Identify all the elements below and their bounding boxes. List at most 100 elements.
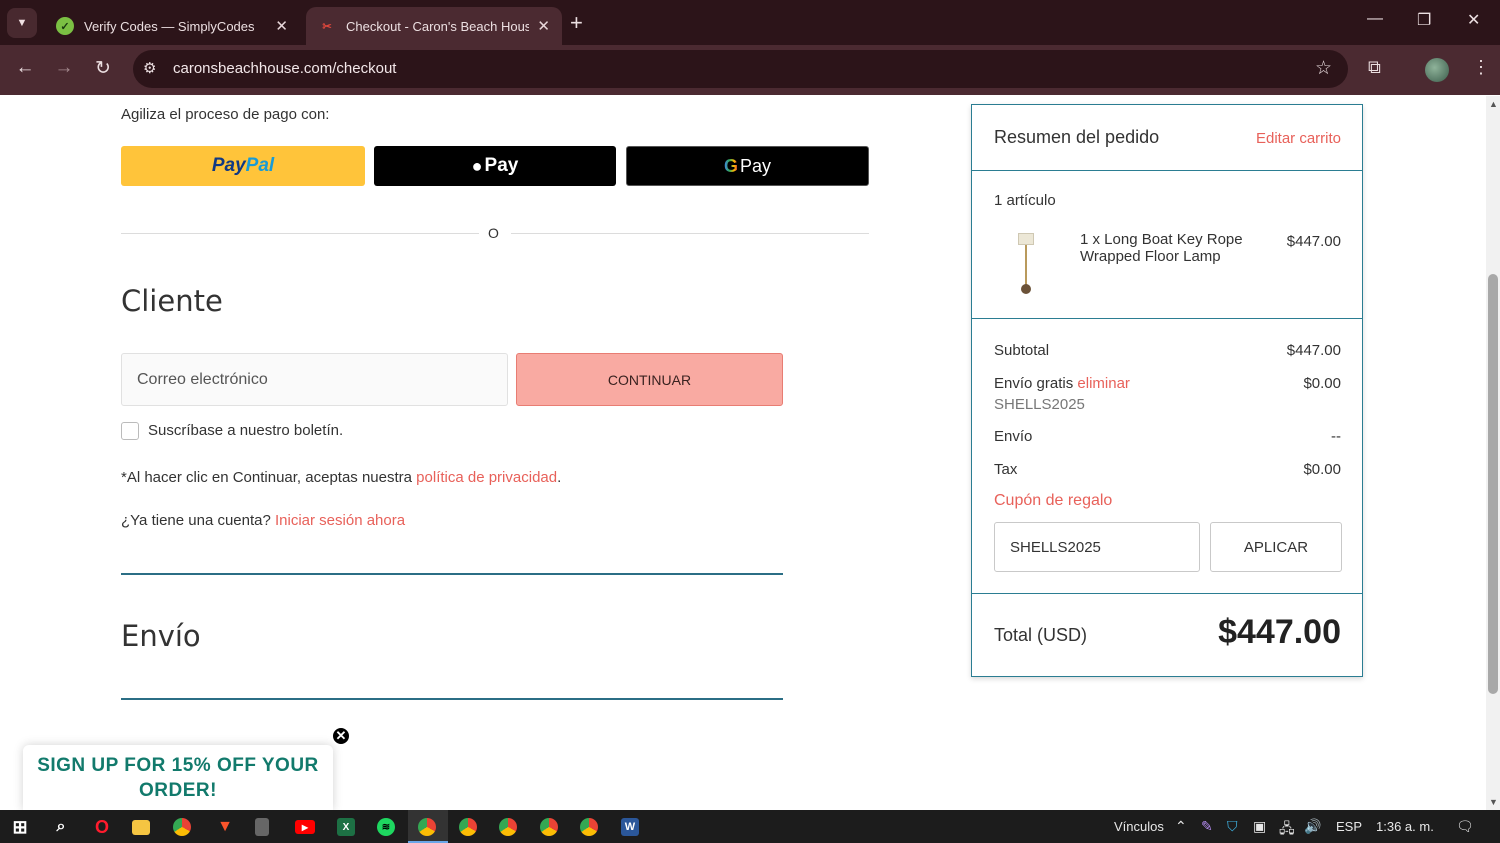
lamp-shade — [1018, 233, 1034, 245]
address-bar[interactable]: ⚙ caronsbeachhouse.com/checkout ☆ — [133, 50, 1348, 88]
calculator-icon[interactable] — [255, 818, 269, 836]
paypal-logo-part2: Pal — [245, 155, 275, 176]
word-icon[interactable]: W — [621, 818, 639, 836]
simplycodes-favicon-icon: ✓ — [56, 17, 74, 35]
scroll-down-icon[interactable]: ▼ — [1489, 797, 1498, 807]
links-toolbar-label[interactable]: Vínculos — [1114, 819, 1164, 834]
promo-text[interactable]: SIGN UP FOR 15% OFF YOUR ORDER! — [33, 753, 323, 803]
apple-pay-button[interactable]: ● Pay — [374, 146, 616, 186]
close-tab-icon[interactable]: ✕ — [537, 17, 550, 35]
site-settings-icon[interactable]: ⚙ — [143, 59, 156, 77]
page-scrollbar[interactable]: ▲ ▼ — [1486, 96, 1500, 810]
paypal-button[interactable]: Pay Pal — [121, 146, 365, 186]
restore-icon[interactable]: ❐ — [1417, 10, 1431, 30]
excel-icon[interactable]: X — [337, 818, 355, 836]
url-text[interactable]: caronsbeachhouse.com/checkout — [173, 60, 396, 77]
extensions-icon[interactable]: ⧉ — [1368, 57, 1381, 78]
signup-promo-popup[interactable]: SIGN UP FOR 15% OFF YOUR ORDER! — [23, 745, 333, 810]
windows-taskbar: ⊞ ⌕ O ▼ ▶ X ≋ W Vínculos ⌃ ✎ ⛉ ▣ 🖧 🔊 ESP… — [0, 810, 1500, 843]
chrome-window-icon[interactable] — [540, 818, 558, 836]
email-field[interactable] — [121, 353, 508, 406]
applied-coupon-code: SHELLS2025 — [994, 396, 1085, 413]
volume-icon[interactable]: 🔊 — [1304, 818, 1321, 835]
file-explorer-icon[interactable] — [132, 820, 150, 835]
spotify-icon[interactable]: ≋ — [377, 818, 395, 836]
edit-cart-link[interactable]: Editar carrito — [1256, 130, 1341, 147]
shield-icon[interactable]: ⛉ — [1227, 818, 1238, 835]
windows-start-icon[interactable]: ⊞ — [9, 816, 31, 838]
account-prefix: ¿Ya tiene una cuenta? — [121, 512, 275, 529]
chrome-window-icon[interactable] — [418, 818, 436, 836]
clock[interactable]: 1:36 a. m. — [1376, 819, 1434, 834]
chrome-window-icon[interactable] — [499, 818, 517, 836]
tab-checkout[interactable]: ✂ Checkout - Caron's Beach House ✕ — [306, 7, 562, 45]
language-indicator[interactable]: ESP — [1336, 819, 1362, 834]
lobster-favicon-icon: ✂ — [322, 20, 332, 33]
show-hidden-icons-icon[interactable]: ⌃ — [1175, 818, 1187, 835]
summary-divider — [972, 318, 1362, 319]
tax-value: $0.00 — [1303, 461, 1341, 478]
privacy-policy-link[interactable]: política de privacidad — [416, 469, 557, 486]
reload-icon[interactable]: ↻ — [90, 57, 116, 80]
divider-right — [511, 233, 869, 234]
chrome-window-icon[interactable] — [459, 818, 477, 836]
continue-button[interactable]: CONTINUAR — [516, 353, 783, 406]
search-icon[interactable]: ⌕ — [50, 816, 72, 838]
total-label: Total (USD) — [994, 625, 1088, 645]
section-divider — [121, 573, 783, 575]
network-icon[interactable]: 🖧 — [1279, 818, 1295, 842]
new-tab-icon[interactable]: + — [570, 10, 583, 36]
free-shipping-label: Envío gratis — [994, 375, 1074, 392]
youtube-icon[interactable]: ▶ — [295, 820, 315, 834]
window-close-icon[interactable]: ✕ — [1467, 10, 1480, 30]
minimize-icon[interactable]: — — [1367, 10, 1383, 28]
items-count: 1 artículo — [994, 192, 1056, 209]
opera-icon[interactable]: O — [91, 816, 113, 838]
scroll-thumb[interactable] — [1488, 274, 1498, 694]
lamp-base — [1021, 284, 1031, 294]
pen-icon[interactable]: ✎ — [1201, 818, 1213, 835]
tab-verify-codes[interactable]: ✓ Verify Codes — SimplyCodes ✕ — [44, 7, 300, 45]
forward-icon[interactable]: → — [51, 57, 77, 79]
back-icon[interactable]: ← — [12, 57, 38, 79]
google-pay-button[interactable]: G Pay — [626, 146, 869, 186]
apply-coupon-button[interactable]: APLICAR — [1210, 522, 1342, 572]
google-pay-label: Pay — [739, 155, 772, 176]
chrome-icon[interactable] — [173, 818, 191, 836]
browser-menu-icon[interactable]: ⋮ — [1472, 57, 1490, 78]
newsletter-label: Suscríbase a nuestro boletín. — [148, 422, 344, 439]
google-g-icon: G — [723, 155, 738, 176]
brave-icon[interactable]: ▼ — [214, 816, 236, 838]
shipping-section-title: Envío — [121, 619, 201, 653]
login-link[interactable]: Iniciar sesión ahora — [275, 512, 405, 529]
tab-title: Checkout - Caron's Beach House — [346, 18, 530, 34]
or-separator: O — [488, 225, 499, 241]
subtotal-value: $447.00 — [1286, 342, 1341, 359]
total-value: $447.00 — [1218, 613, 1341, 651]
close-tab-icon[interactable]: ✕ — [275, 17, 288, 35]
promo-close-icon[interactable]: ✕ — [331, 726, 351, 746]
device-icon[interactable]: ▣ — [1253, 818, 1266, 835]
order-summary-header: Resumen del pedido Editar carrito — [972, 105, 1362, 171]
newsletter-checkbox[interactable] — [121, 422, 139, 440]
customer-section-title: Cliente — [121, 284, 223, 318]
lamp-pole — [1025, 245, 1027, 285]
tab-search-button[interactable]: ▼ — [7, 8, 37, 38]
order-summary: Resumen del pedido Editar carrito 1 artí… — [971, 104, 1363, 677]
divider-left — [121, 233, 479, 234]
shipping-label: Envío — [994, 428, 1033, 445]
checkout-page: Agiliza el proceso de pago con: Pay Pal ●… — [0, 96, 1486, 810]
paypal-logo-part1: Pay — [211, 155, 246, 176]
chrome-window-icon[interactable] — [580, 818, 598, 836]
remove-coupon-link[interactable]: eliminar — [1077, 375, 1130, 392]
privacy-suffix: . — [557, 469, 562, 486]
gift-coupon-toggle[interactable]: Cupón de regalo — [994, 492, 1112, 510]
coupon-input[interactable] — [994, 522, 1200, 572]
express-checkout-label: Agiliza el proceso de pago con: — [121, 106, 330, 123]
scroll-up-icon[interactable]: ▲ — [1489, 99, 1498, 109]
product-thumbnail — [1012, 233, 1042, 297]
bookmark-star-icon[interactable]: ☆ — [1315, 57, 1332, 80]
notifications-icon[interactable]: 🗨 — [1456, 818, 1474, 835]
profile-avatar[interactable] — [1425, 58, 1449, 82]
summary-divider — [972, 593, 1362, 594]
